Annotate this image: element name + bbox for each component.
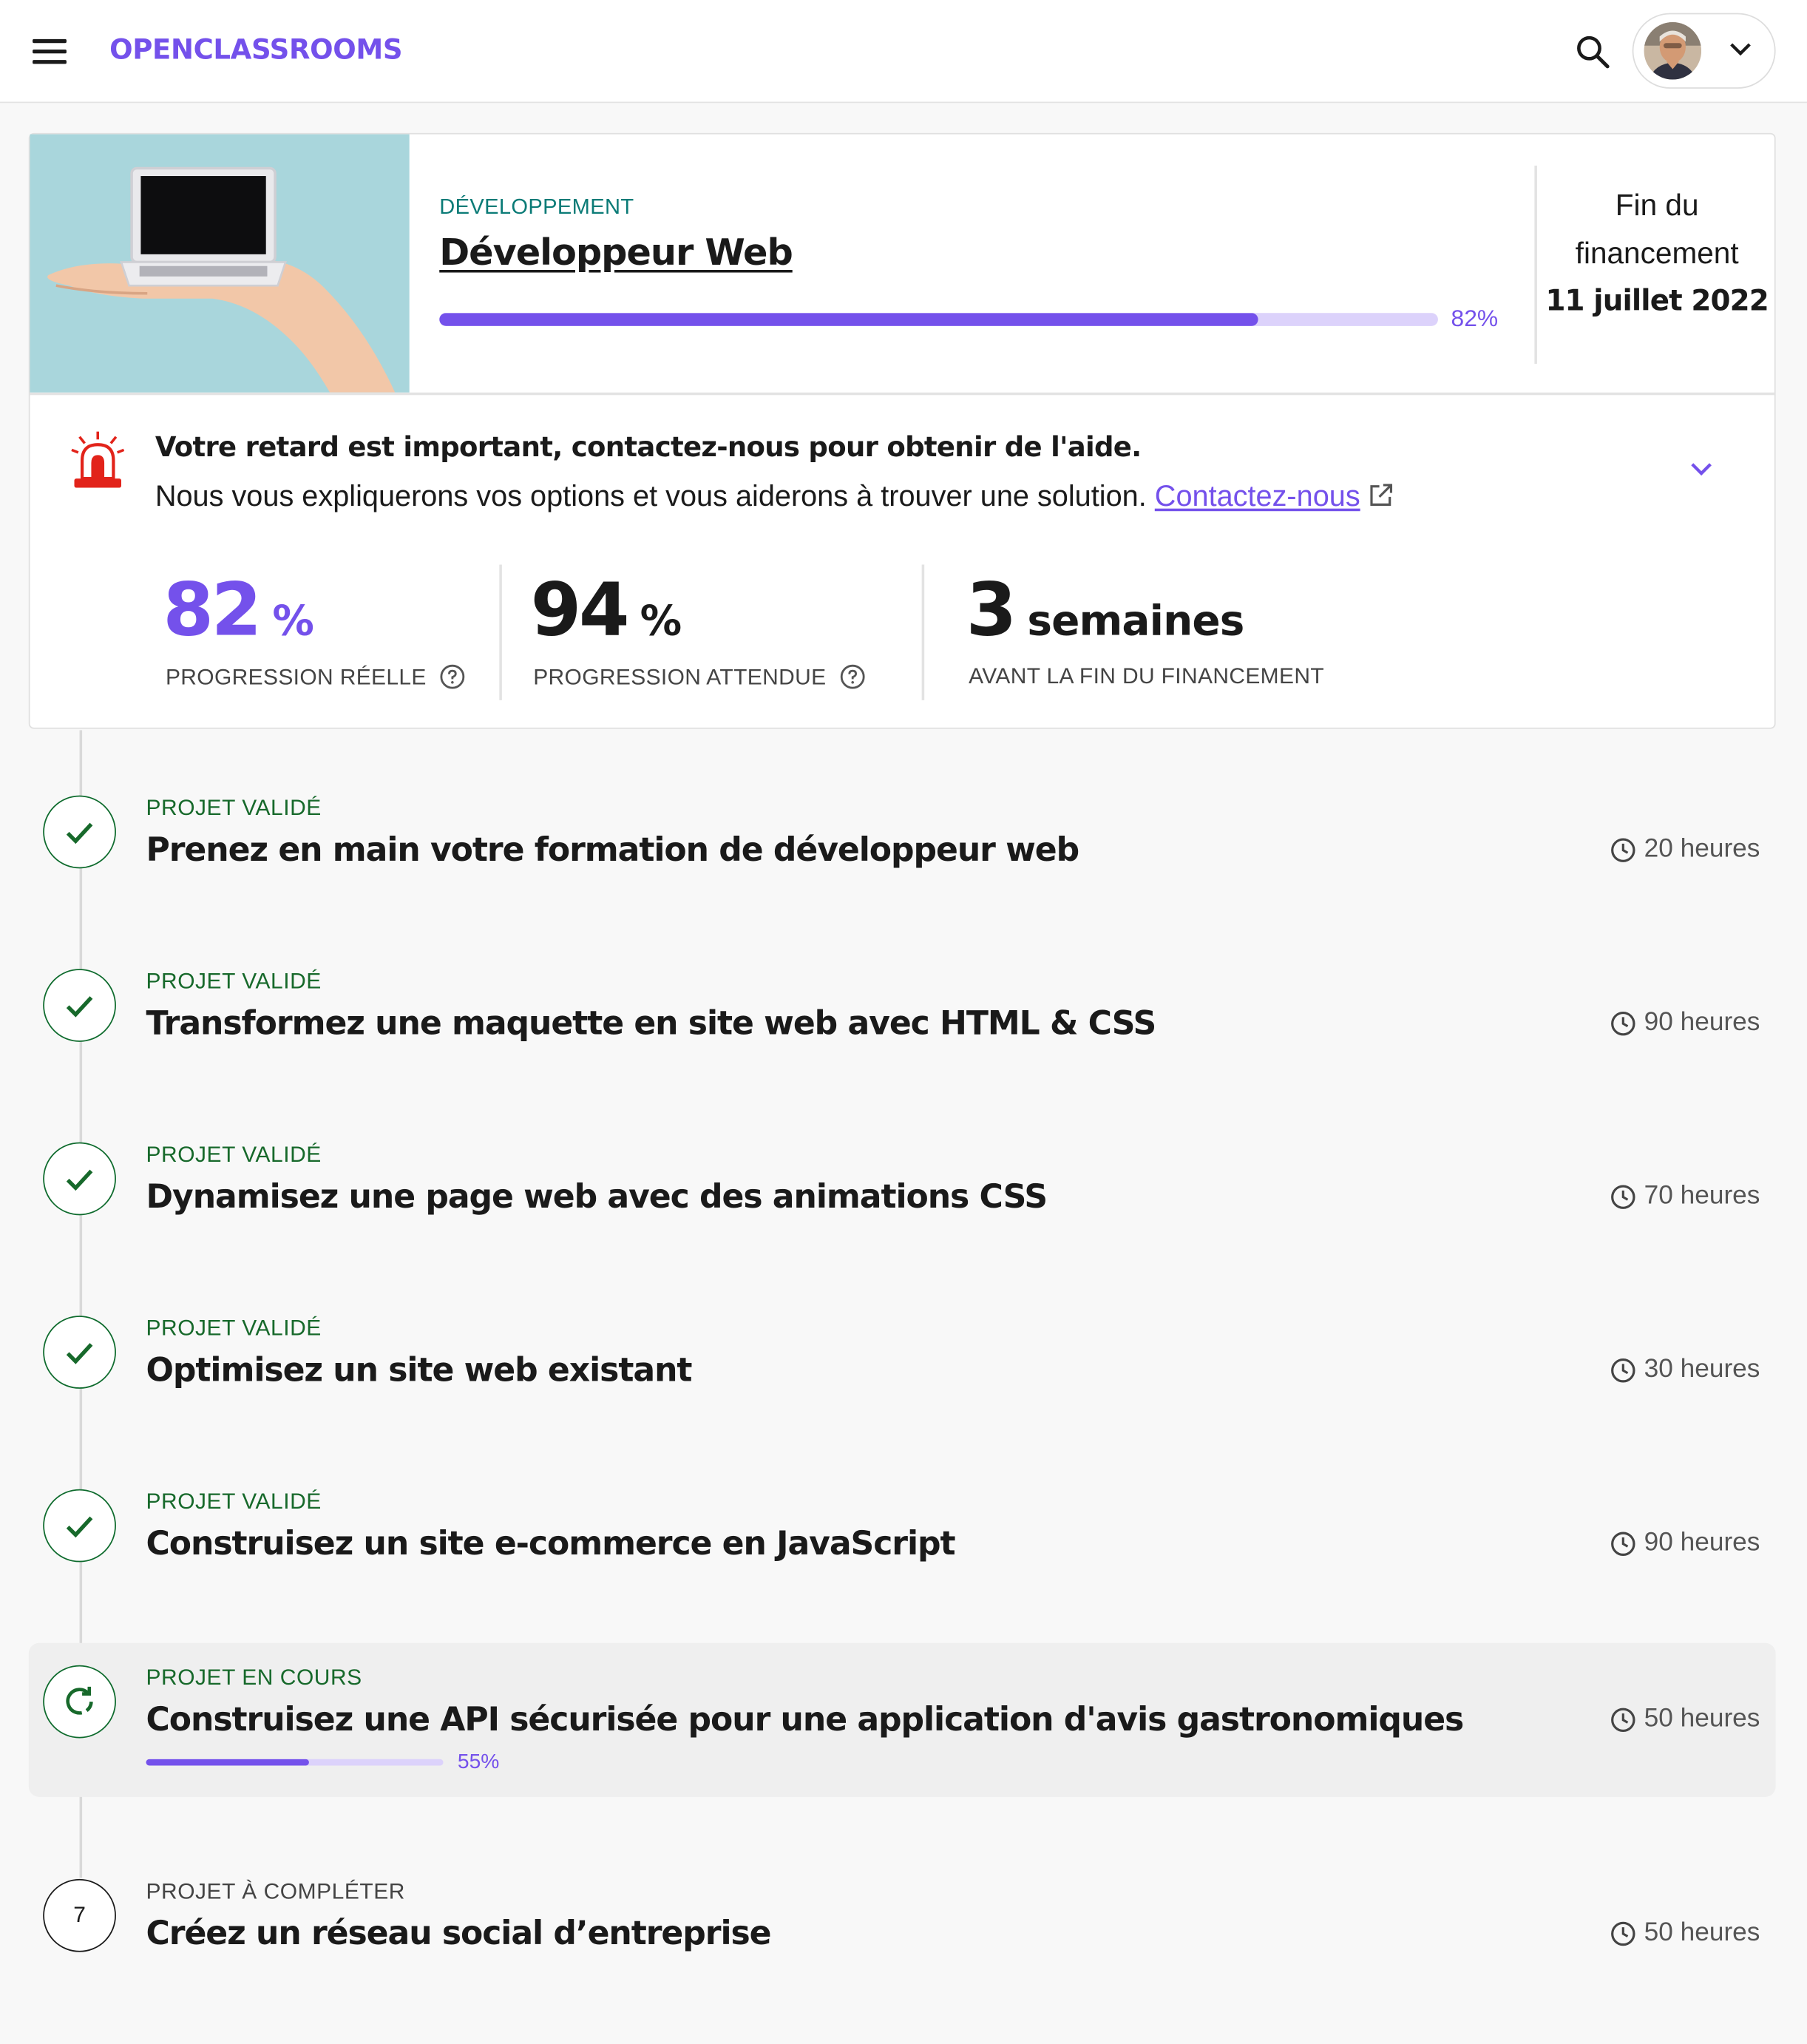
- card-separator: [30, 392, 1774, 395]
- duration-text: 50 heures: [1644, 1918, 1760, 1947]
- check-icon: [43, 969, 116, 1042]
- project-duration: 30 heures: [1610, 1355, 1760, 1385]
- project-title[interactable]: Optimisez un site web existant: [146, 1351, 692, 1389]
- funding-label-line1: Fin du: [1615, 187, 1699, 222]
- check-icon: [43, 1489, 116, 1563]
- stat-value: 94: [530, 568, 630, 654]
- stat-label: AVANT LA FIN DU FINANCEMENT: [969, 663, 1325, 689]
- project-progress-bar: [146, 1759, 444, 1766]
- stat-divider: [921, 564, 924, 700]
- project-title[interactable]: Créez un réseau social d’entreprise: [146, 1915, 771, 1952]
- duration-text: 30 heures: [1644, 1355, 1760, 1384]
- stat-expected-progress: 94% PROGRESSION ATTENDUE: [530, 568, 865, 690]
- project-title[interactable]: Construisez une API sécurisée pour une a…: [146, 1700, 1464, 1738]
- chevron-down-icon[interactable]: [1688, 460, 1714, 485]
- project-duration: 90 heures: [1610, 1529, 1760, 1559]
- project-title[interactable]: Transformez une maquette en site web ave…: [146, 1004, 1156, 1042]
- clock-icon: [1611, 1358, 1635, 1382]
- clock-icon: [1611, 1531, 1635, 1556]
- external-link-icon: [1368, 482, 1394, 516]
- clock-icon: [1611, 1921, 1635, 1946]
- project-title[interactable]: Dynamisez une page web avec des animatio…: [146, 1177, 1048, 1215]
- project-progress-label: 55%: [457, 1751, 500, 1774]
- course-progress-bar: [439, 313, 1438, 326]
- help-icon[interactable]: [839, 664, 865, 697]
- course-card: DÉVELOPPEMENT Développeur Web 82% Fin du…: [28, 132, 1776, 729]
- project-status: PROJET EN COURS: [146, 1665, 362, 1691]
- course-progress-label: 82%: [1451, 305, 1499, 331]
- project-duration: 70 heures: [1610, 1182, 1760, 1212]
- chevron-down-icon: [1727, 41, 1753, 66]
- stat-label: PROGRESSION RÉELLE: [166, 664, 466, 697]
- check-icon: [43, 1316, 116, 1389]
- clock-icon: [1611, 1184, 1635, 1209]
- top-bar: OPENCLASSROOMS: [0, 0, 1807, 104]
- check-icon: [43, 795, 116, 869]
- project-step-7[interactable]: 7 PROJET À COMPLÉTER Créez un réseau soc…: [29, 1847, 1776, 2000]
- check-icon: [43, 1142, 116, 1216]
- contact-us-link[interactable]: Contactez-nous: [1155, 480, 1360, 512]
- page-root: OPENCLASSROOMS DÉVELOPPEMENT Développeur…: [0, 0, 1807, 2044]
- project-status: PROJET VALIDÉ: [146, 1489, 322, 1515]
- course-progress-fill: [439, 313, 1258, 326]
- duration-text: 70 heures: [1644, 1181, 1760, 1211]
- project-status: PROJET VALIDÉ: [146, 969, 322, 994]
- duration-text: 50 heures: [1644, 1704, 1760, 1733]
- project-status: PROJET VALIDÉ: [146, 1142, 322, 1168]
- stat-label-text: PROGRESSION ATTENDUE: [533, 665, 827, 690]
- project-title[interactable]: Prenez en main votre formation de dévelo…: [146, 830, 1079, 868]
- project-progress-fill: [146, 1759, 310, 1766]
- help-icon[interactable]: [439, 664, 465, 697]
- alert-text: Nous vous expliquerons vos options et vo…: [155, 480, 1394, 516]
- duration-text: 90 heures: [1644, 1008, 1760, 1037]
- stat-label: PROGRESSION ATTENDUE: [533, 664, 865, 697]
- clock-icon: [1611, 837, 1635, 862]
- card-divider: [1534, 165, 1537, 364]
- funding-end-date: 11 juillet 2022: [1545, 285, 1769, 319]
- stat-unit: %: [640, 595, 682, 646]
- alert-message: Nous vous expliquerons vos options et vo…: [155, 479, 1147, 512]
- refresh-icon: [43, 1665, 116, 1739]
- stat-value: 3: [966, 568, 1017, 654]
- alarm-siren-icon: [67, 429, 129, 492]
- project-status: PROJET VALIDÉ: [146, 1316, 322, 1341]
- profile-menu-button[interactable]: [1632, 13, 1776, 89]
- clock-icon: [1611, 1707, 1635, 1732]
- project-title[interactable]: Construisez un site e-commerce en JavaSc…: [146, 1524, 955, 1562]
- logo[interactable]: OPENCLASSROOMS: [109, 34, 402, 65]
- project-status: PROJET VALIDÉ: [146, 795, 322, 821]
- project-step-6-current[interactable]: PROJET EN COURS Construisez une API sécu…: [28, 1642, 1776, 1797]
- stat-divider: [499, 564, 501, 700]
- course-title-link[interactable]: Développeur Web: [439, 231, 793, 274]
- project-duration: 20 heures: [1610, 835, 1760, 865]
- search-icon[interactable]: [1573, 31, 1614, 72]
- project-step-1[interactable]: PROJET VALIDÉ Prenez en main votre forma…: [29, 763, 1776, 917]
- project-step-3[interactable]: PROJET VALIDÉ Dynamisez une page web ave…: [29, 1110, 1776, 1264]
- course-category: DÉVELOPPEMENT: [439, 195, 634, 220]
- project-duration: 90 heures: [1610, 1008, 1760, 1038]
- stat-label-text: PROGRESSION RÉELLE: [165, 665, 427, 690]
- project-duration: 50 heures: [1610, 1918, 1760, 1949]
- stat-unit: semaines: [1027, 595, 1244, 646]
- avatar: [1644, 21, 1702, 80]
- stat-unit: %: [272, 595, 314, 646]
- course-thumbnail-image: [30, 134, 410, 393]
- stat-value: 82: [163, 568, 262, 654]
- hamburger-menu-icon[interactable]: [33, 38, 67, 65]
- duration-text: 20 heures: [1644, 834, 1760, 864]
- alert-title: Votre retard est important, contactez-no…: [155, 431, 1142, 463]
- project-duration: 50 heures: [1610, 1705, 1760, 1735]
- clock-icon: [1611, 1011, 1635, 1035]
- funding-end-box: Fin du financement 11 juillet 2022: [1542, 181, 1772, 326]
- funding-label-line2: financement: [1575, 236, 1739, 271]
- project-step-5[interactable]: PROJET VALIDÉ Construisez un site e-comm…: [29, 1457, 1776, 1611]
- project-step-2[interactable]: PROJET VALIDÉ Transformez une maquette e…: [29, 936, 1776, 1090]
- duration-text: 90 heures: [1644, 1528, 1760, 1557]
- step-number: 7: [43, 1878, 116, 1952]
- stat-real-progress: 82% PROGRESSION RÉELLE: [163, 568, 465, 690]
- project-step-4[interactable]: PROJET VALIDÉ Optimisez un site web exis…: [29, 1283, 1776, 1437]
- project-status: PROJET À COMPLÉTER: [146, 1878, 405, 1904]
- stat-weeks-remaining: 3 semaines AVANT LA FIN DU FINANCEMENT: [966, 568, 1324, 688]
